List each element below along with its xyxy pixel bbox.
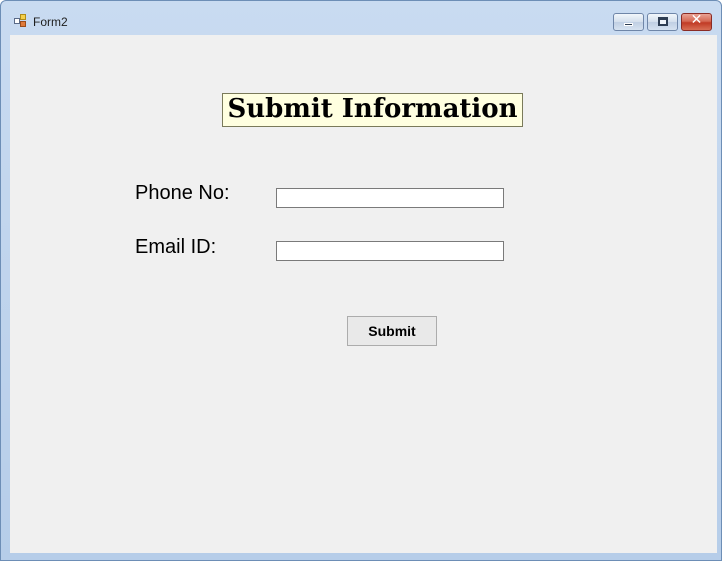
form-app-icon[interactable]: [14, 14, 28, 28]
email-input[interactable]: [276, 241, 504, 261]
minimize-button[interactable]: [613, 13, 644, 31]
title-bar[interactable]: Form2 ✕: [1, 1, 721, 35]
form-client-area: Submit Information Phone No: Email ID: S…: [10, 35, 717, 553]
window-title: Form2: [33, 15, 68, 29]
close-icon: ✕: [690, 12, 703, 28]
form2-window: Form2 ✕ Submit Information Phone No: Ema…: [0, 0, 722, 561]
close-button[interactable]: ✕: [681, 12, 712, 31]
minimize-icon: [624, 23, 633, 26]
phone-label: Phone No:: [135, 182, 230, 204]
email-label: Email ID:: [135, 236, 217, 258]
submit-button[interactable]: Submit: [347, 316, 437, 346]
phone-input[interactable]: [276, 188, 504, 208]
page-title: Submit Information: [222, 93, 523, 127]
maximize-button[interactable]: [647, 13, 678, 31]
maximize-icon: [658, 17, 668, 26]
